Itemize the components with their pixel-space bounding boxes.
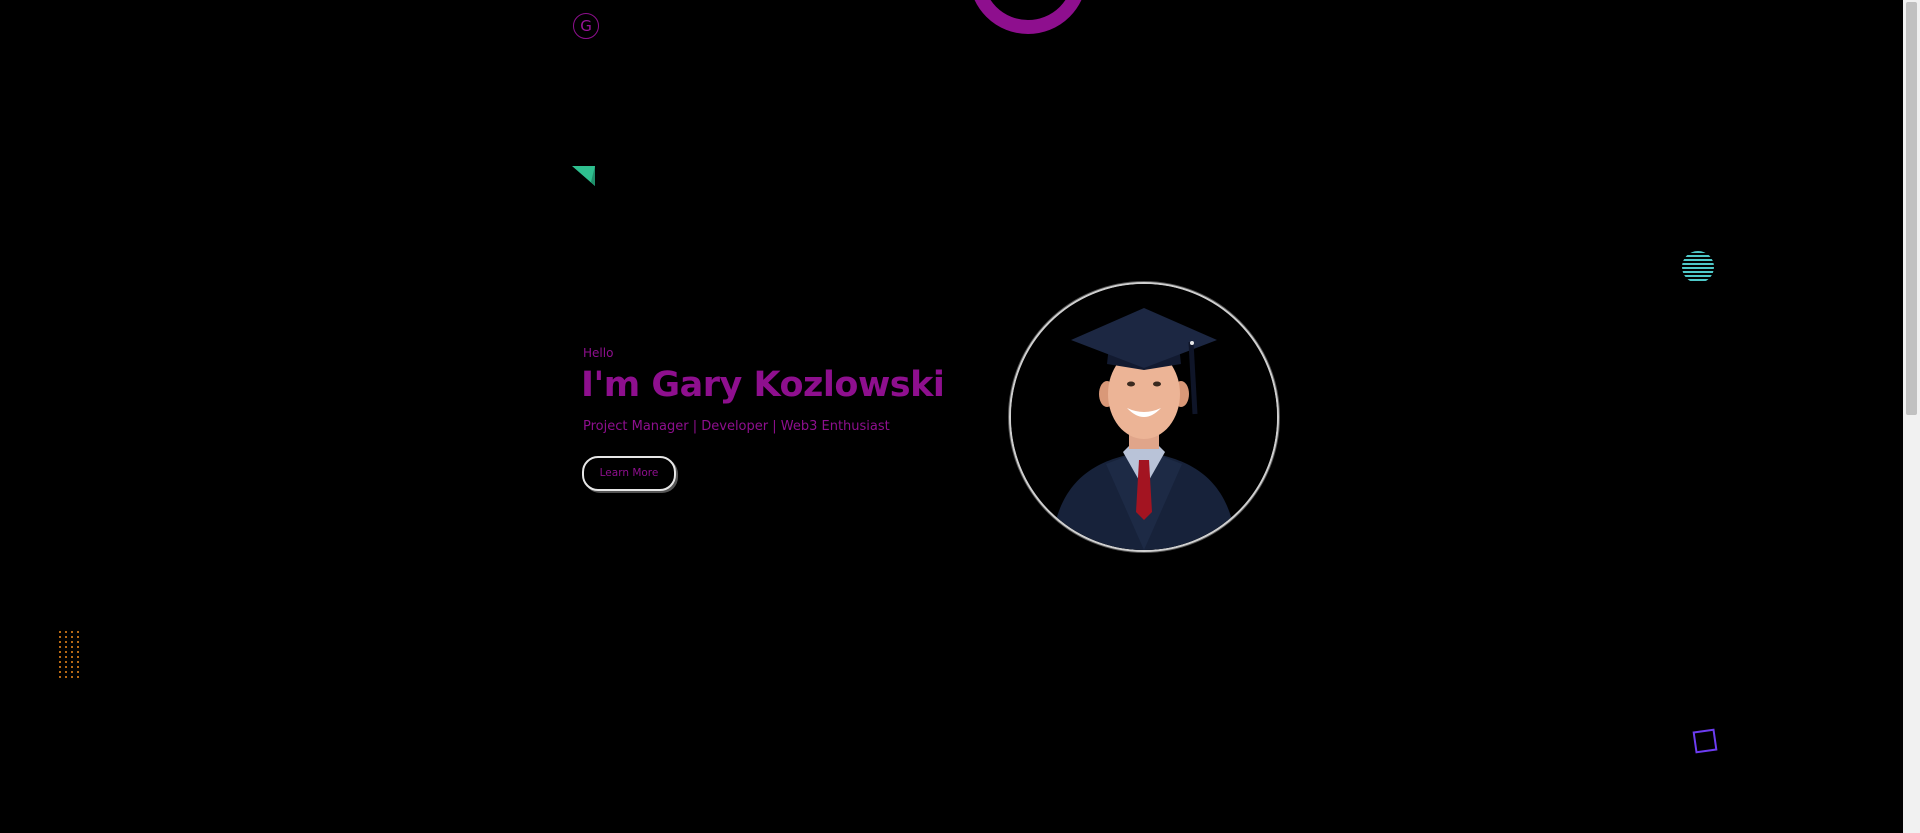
hero-tagline: Project Manager | Developer | Web3 Enthu… <box>583 419 890 434</box>
profile-photo <box>1009 282 1279 552</box>
logo-letter: G <box>580 17 592 35</box>
striped-circle-icon <box>1682 251 1714 281</box>
hero-name: I'm Gary Kozlowski <box>581 365 945 405</box>
square-outline-icon <box>1692 728 1718 754</box>
learn-more-button[interactable]: Learn More <box>582 456 676 491</box>
scrollbar-thumb[interactable] <box>1906 2 1917 415</box>
vertical-scrollbar[interactable] <box>1903 0 1920 833</box>
triangle-shape-icon <box>572 166 595 186</box>
dot-grid-icon <box>59 631 79 678</box>
ring-shape-icon <box>969 0 1087 34</box>
page: G Hello I'm Gary Kozlowski Project Manag… <box>0 0 1920 833</box>
site-logo[interactable]: G <box>573 13 599 39</box>
hero-greeting: Hello <box>583 346 614 360</box>
